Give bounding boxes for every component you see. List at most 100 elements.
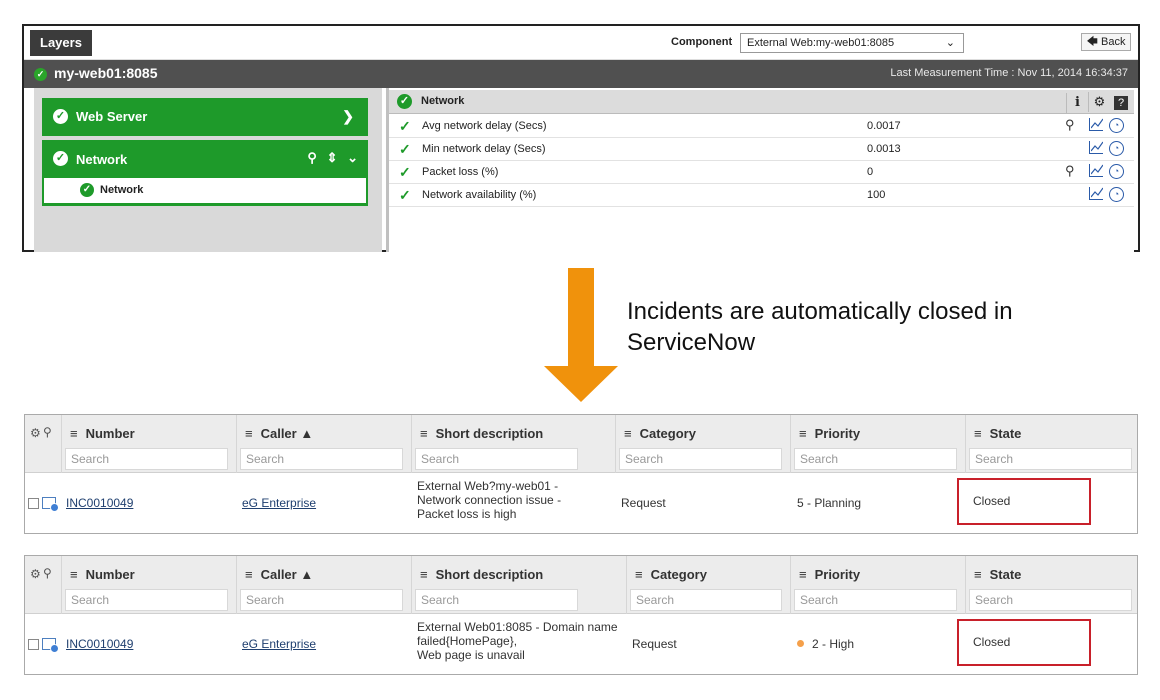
column-category[interactable]: ≡ Category Search [626, 556, 790, 614]
search-input[interactable]: Search [630, 589, 782, 611]
chevron-right-icon[interactable]: ❯ [342, 108, 354, 125]
graph-icon[interactable] [1089, 118, 1103, 131]
incident-number-link[interactable]: INC0010049 [66, 496, 133, 510]
list-tools: ⚙ ⚲ [25, 415, 61, 473]
column-menu-icon[interactable]: ≡ [799, 567, 807, 582]
search-input[interactable]: Search [794, 448, 957, 470]
search-input[interactable]: Search [240, 589, 403, 611]
check-circle-icon: ✓ [53, 109, 68, 124]
measures-title: Network [421, 95, 465, 107]
search-input[interactable]: Search [794, 589, 957, 611]
record-preview-icon[interactable] [42, 497, 59, 512]
search-input[interactable]: Search [65, 448, 228, 470]
measure-name: Min network delay (Secs) [422, 143, 546, 155]
short-description: External Web01:8085 - Domain name failed… [417, 620, 627, 662]
graph-icon[interactable] [1089, 141, 1103, 154]
column-menu-icon[interactable]: ≡ [70, 567, 78, 582]
layer-label: Network [76, 152, 128, 167]
state-highlight: Closed [957, 619, 1091, 666]
column-menu-icon[interactable]: ≡ [799, 426, 807, 441]
column-menu-icon[interactable]: ≡ [624, 426, 632, 441]
component-select[interactable]: External Web:my-web01:8085 ⌄ [740, 33, 964, 53]
history-icon[interactable]: ◔ [1109, 187, 1124, 202]
measure-row: ✓ Packet loss (%) 0 ⚲ ◔ [389, 161, 1134, 184]
column-caller[interactable]: ≡ Caller ▲ Search [236, 415, 411, 473]
info-icon[interactable]: i [1066, 93, 1088, 113]
column-menu-icon[interactable]: ≡ [420, 426, 428, 441]
measure-row: ✓ Avg network delay (Secs) 0.0017 ⚲ ◔ [389, 115, 1134, 138]
incident-number-link[interactable]: INC0010049 [66, 637, 133, 651]
layer-network[interactable]: ✓ Network ⚲ ⇕ ⌄ ✓ Network [42, 140, 368, 206]
measures-header: ✓ Network i ⚙? [389, 90, 1134, 114]
layer-web-server[interactable]: ✓ Web Server ❯ [42, 98, 368, 136]
top-bar: Layers Component External Web:my-web01:8… [24, 26, 1138, 60]
component-label: Component [671, 36, 733, 48]
search-input[interactable]: Search [415, 448, 578, 470]
column-menu-icon[interactable]: ≡ [245, 426, 253, 441]
column-priority[interactable]: ≡ Priority Search [790, 556, 965, 614]
row-checkbox[interactable] [28, 639, 39, 650]
list-header: ⚙ ⚲ ≡ Number Search ≡ Caller ▲ Search ≡ Sho… [25, 415, 1137, 473]
check-circle-icon: ✓ [53, 151, 68, 166]
column-menu-icon[interactable]: ≡ [974, 426, 982, 441]
back-button[interactable]: 🡄 Back [1081, 33, 1131, 51]
gear-icon[interactable]: ⚙ [1088, 92, 1110, 112]
search-icon[interactable]: ⚲ [43, 425, 52, 439]
column-label: Short description [435, 426, 544, 441]
caller-link[interactable]: eG Enterprise [242, 496, 316, 510]
search-icon[interactable]: ⚲ [307, 150, 317, 166]
column-menu-icon[interactable]: ≡ [70, 426, 78, 441]
column-number[interactable]: ≡ Number Search [61, 415, 236, 473]
column-menu-icon[interactable]: ≡ [974, 567, 982, 582]
gear-icon[interactable]: ⚙ [30, 567, 41, 581]
caller-link[interactable]: eG Enterprise [242, 637, 316, 651]
chevron-down-icon: ⌄ [945, 37, 955, 49]
search-icon[interactable]: ⚲ [43, 566, 52, 580]
search-input[interactable]: Search [415, 589, 578, 611]
column-label: Category [650, 567, 707, 582]
history-icon[interactable]: ◔ [1109, 164, 1124, 179]
graph-icon[interactable] [1089, 164, 1103, 177]
test-label: Network [100, 184, 144, 196]
search-input[interactable]: Search [969, 589, 1132, 611]
test-network[interactable]: ✓ Network [44, 178, 366, 203]
search-icon[interactable]: ⚲ [1065, 117, 1075, 133]
short-description-line: Network connection issue - [417, 493, 562, 507]
search-input[interactable]: Search [65, 589, 228, 611]
column-category[interactable]: ≡ Category Search [615, 415, 790, 473]
search-input[interactable]: Search [969, 448, 1132, 470]
expand-collapse-icon[interactable]: ⇕ [327, 150, 338, 166]
state-value: Closed [973, 494, 1011, 508]
back-arrow-icon: 🡄 [1086, 36, 1098, 48]
row-checkbox[interactable] [28, 498, 39, 509]
search-input[interactable]: Search [619, 448, 782, 470]
history-icon[interactable]: ◔ [1109, 141, 1124, 156]
incident-list: ⚙ ⚲ ≡ Number Search ≡ Caller ▲ Search ≡ Sho… [24, 555, 1138, 675]
record-preview-icon[interactable] [42, 638, 59, 653]
column-menu-icon[interactable]: ≡ [245, 567, 253, 582]
column-label: Number [85, 426, 135, 441]
column-number[interactable]: ≡ Number Search [61, 556, 236, 614]
graph-icon[interactable] [1089, 187, 1103, 200]
column-short-description[interactable]: ≡ Short description Search [411, 415, 615, 473]
measure-value: 100 [867, 189, 886, 201]
search-icon[interactable]: ⚲ [1065, 163, 1075, 179]
search-input[interactable]: Search [240, 448, 403, 470]
priority-value: 2 - High [812, 637, 855, 651]
monitoring-panel: Layers Component External Web:my-web01:8… [22, 24, 1140, 252]
history-icon[interactable]: ◔ [1109, 118, 1124, 133]
column-caller[interactable]: ≡ Caller ▲ Search [236, 556, 411, 614]
column-short-description[interactable]: ≡ Short description Search [411, 556, 626, 614]
chevron-down-icon[interactable]: ⌄ [347, 150, 358, 166]
column-menu-icon[interactable]: ≡ [635, 567, 643, 582]
column-state[interactable]: ≡ State Search [965, 556, 1137, 614]
column-state[interactable]: ≡ State Search [965, 415, 1137, 473]
column-menu-icon[interactable]: ≡ [420, 567, 428, 582]
tab-layers[interactable]: Layers [30, 30, 92, 56]
priority-value: 5 - Planning [797, 496, 862, 510]
down-arrow-icon [544, 268, 618, 402]
column-priority[interactable]: ≡ Priority Search [790, 415, 965, 473]
gear-icon[interactable]: ⚙ [30, 426, 41, 440]
help-icon[interactable]: ? [1114, 96, 1128, 110]
measure-value: 0 [867, 166, 874, 178]
